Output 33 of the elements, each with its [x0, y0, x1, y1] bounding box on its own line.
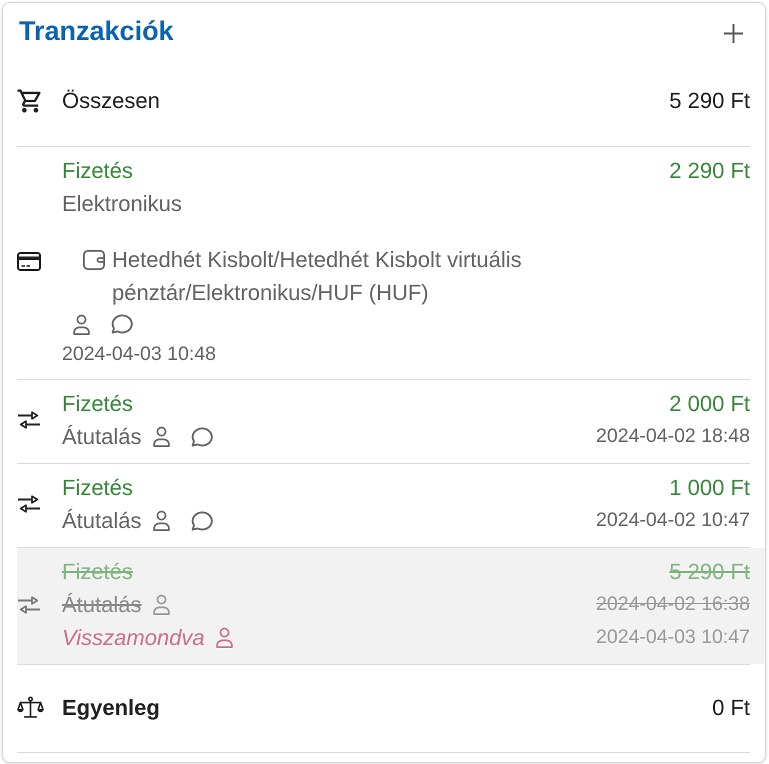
swap-arrows-icon — [17, 411, 41, 429]
payment-amount: 1 000 Ft — [669, 474, 750, 502]
plus-icon — [723, 23, 744, 44]
cart-icon — [17, 88, 41, 112]
payment-label: Fizetés — [62, 157, 133, 185]
balance-scale-icon — [17, 696, 44, 719]
payment-date: 2024-04-02 16:38 — [596, 592, 750, 617]
payment-date: 2024-04-03 10:48 — [62, 342, 216, 367]
payment-amount: 5 290 Ft — [669, 558, 750, 586]
payment-method: Elektronikus — [62, 190, 182, 218]
payment-amount: 2 290 Ft — [669, 157, 750, 185]
total-amount: 5 290 Ft — [669, 87, 750, 115]
payment-label: Fizetés — [62, 474, 133, 502]
payment-label: Fizetés — [62, 558, 133, 586]
cancellation-date: 2024-04-03 10:47 — [596, 625, 750, 650]
payment-date: 2024-04-02 10:47 — [596, 508, 750, 533]
payment-method: Átutalás — [62, 423, 142, 451]
payment-method: Átutalás — [62, 507, 142, 535]
swap-arrows-icon — [17, 495, 41, 513]
add-button[interactable] — [722, 22, 745, 45]
balance-amount: 0 Ft — [712, 694, 750, 722]
wallet-icon — [83, 250, 105, 270]
swap-arrows-icon — [17, 596, 41, 614]
payment-amount: 2 000 Ft — [669, 390, 750, 418]
card-title: Tranzakciók — [19, 15, 174, 48]
credit-card-icon — [17, 252, 41, 271]
balance-label: Egyenleg — [62, 694, 160, 722]
cancellation-status: Visszamondva — [62, 624, 205, 652]
payment-date: 2024-04-02 18:48 — [596, 424, 750, 449]
payment-method: Átutalás — [62, 591, 142, 619]
payment-label: Fizetés — [62, 390, 133, 418]
total-label: Összesen — [62, 87, 160, 115]
account-path: Hetedhét Kisbolt/Hetedhét Kisbolt virtuális pénztár/Elektronikus/HUF (HUF) — [112, 246, 523, 307]
